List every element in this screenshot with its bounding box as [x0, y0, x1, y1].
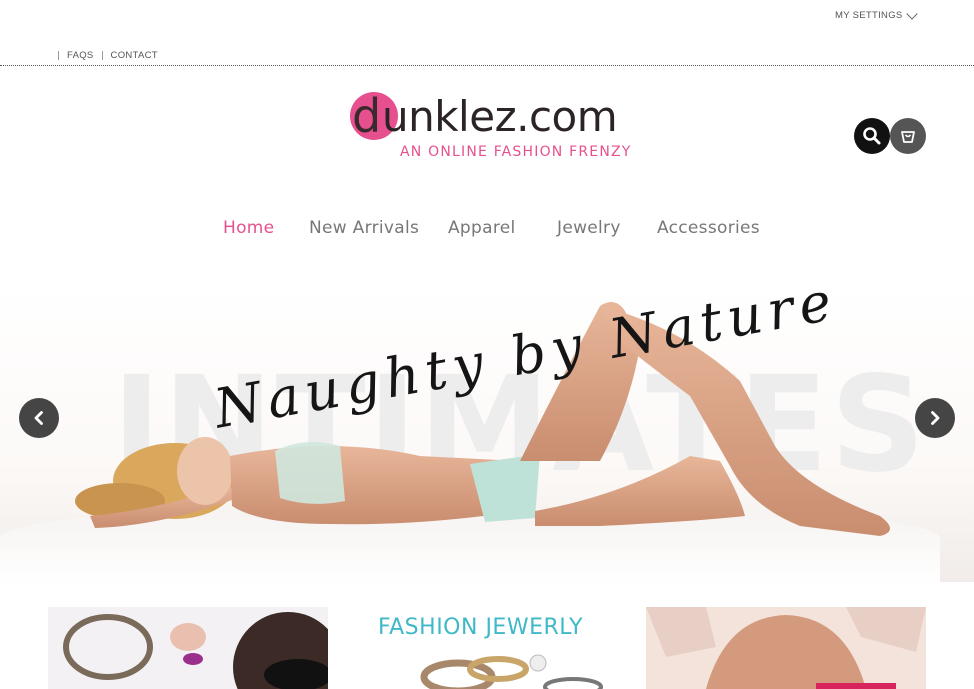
divider: [58, 51, 59, 60]
nav-item-accessories[interactable]: Accessories: [657, 218, 760, 238]
cart-icon: [901, 131, 915, 143]
nav-item-apparel[interactable]: Apparel: [448, 218, 516, 238]
nav-item-new-arrivals[interactable]: New Arrivals: [309, 218, 419, 238]
search-icon: [863, 127, 881, 145]
promo-tile-intimates[interactable]: [646, 607, 926, 689]
search-button[interactable]: [854, 118, 890, 154]
promo-tile-fashion-jewelry[interactable]: FASHION JEWERLY: [348, 607, 626, 689]
promo-jewelry-image: [420, 654, 603, 689]
cart-button[interactable]: [890, 118, 926, 154]
chevron-left-icon: [34, 411, 43, 425]
nav-item-home[interactable]: Home: [223, 218, 274, 238]
nav-item-jewelry[interactable]: Jewelry: [557, 218, 621, 238]
promo-tile-accessories[interactable]: [48, 607, 328, 689]
slider-prev-button[interactable]: [19, 398, 59, 438]
my-settings-label: MY SETTINGS: [835, 10, 903, 21]
dotted-divider: [0, 65, 974, 66]
faqs-link[interactable]: FAQS: [67, 50, 94, 61]
chevron-right-icon: [931, 411, 940, 425]
promo-intimates-image: [646, 607, 926, 689]
contact-link[interactable]: CONTACT: [111, 50, 158, 61]
divider: [101, 51, 103, 60]
slider-next-button[interactable]: [915, 398, 955, 438]
site-logo[interactable]: d unklez.com AN ONLINE FASHION FRENZY: [346, 88, 636, 168]
top-links: FAQS CONTACT: [58, 50, 158, 61]
logo-initial: d: [352, 89, 382, 143]
logo-name: unklez.com: [382, 92, 618, 141]
my-settings-dropdown[interactable]: MY SETTINGS: [835, 7, 918, 21]
logo-tagline: AN ONLINE FASHION FRENZY: [400, 144, 632, 160]
promo-accessories-image: [63, 612, 328, 689]
main-nav: Home New Arrivals Apparel Jewelry Access…: [0, 218, 974, 242]
hero-slider[interactable]: INTIMATES Naughty by Nature: [0, 286, 974, 582]
chevron-down-icon: [905, 7, 918, 20]
